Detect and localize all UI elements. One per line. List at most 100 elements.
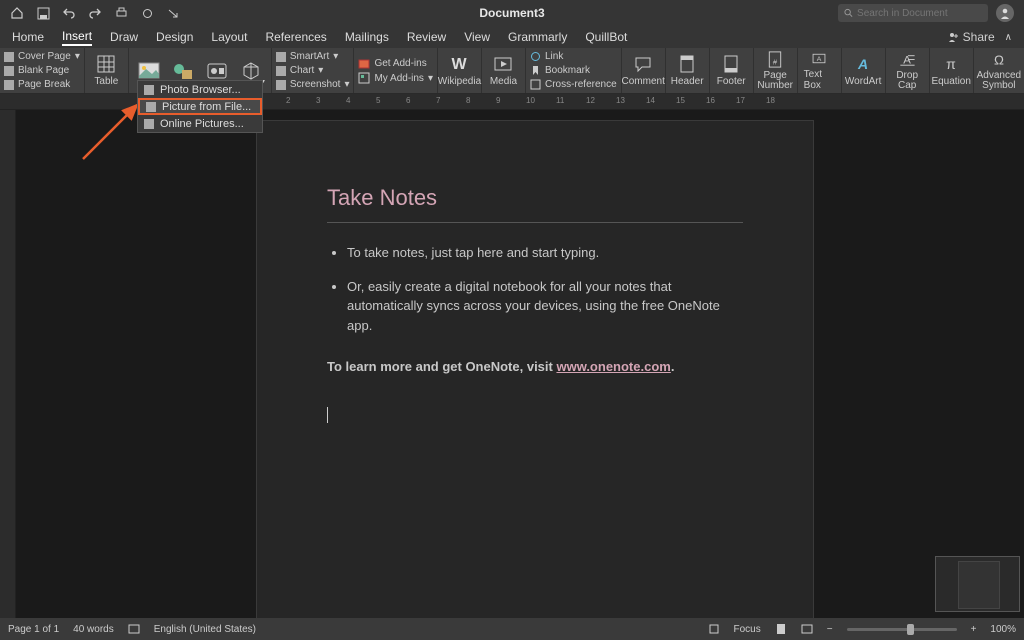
onenote-link[interactable]: www.onenote.com [556,359,670,374]
pictures-dropdown: Photo Browser... Picture from File... On… [137,80,263,133]
status-bar: Page 1 of 1 40 words English (United Sta… [0,618,1024,640]
bullet-list[interactable]: To take notes, just tap here and start t… [347,243,743,335]
search-box[interactable] [838,4,988,22]
vertical-ruler[interactable] [0,110,16,618]
svg-text:π: π [946,56,956,72]
tab-home[interactable]: Home [12,30,44,44]
redo-icon[interactable] [88,6,102,20]
wikipedia-button[interactable]: W Wikipedia [438,48,482,93]
tab-layout[interactable]: Layout [211,30,247,44]
language-indicator[interactable]: English (United States) [154,624,256,635]
ribbon-tabs: Home Insert Draw Design Layout Reference… [0,26,1024,48]
heading-take-notes[interactable]: Take Notes [327,181,743,223]
ribbon-collapse-icon[interactable]: ∧ [1005,32,1012,43]
picture-from-file-item[interactable]: Picture from File... [138,98,262,115]
ruler-mark: 17 [736,96,745,105]
tab-mailings[interactable]: Mailings [345,30,389,44]
store-icon [358,57,370,69]
ruler-mark: 10 [526,96,535,105]
list-item[interactable]: Or, easily create a digital notebook for… [347,277,743,336]
photo-browser-icon [144,85,154,95]
comment-button[interactable]: Comment [622,48,666,93]
ruler-mark: 5 [376,96,380,105]
get-addins-button[interactable]: Get Add-ins [358,56,433,70]
navigation-thumbnail[interactable] [935,556,1020,612]
page-canvas[interactable]: Take Notes To take notes, just tap here … [16,110,1024,618]
table-button[interactable]: Table [85,48,129,93]
svg-text:A: A [857,56,868,72]
customize-icon[interactable] [166,6,180,20]
online-pictures-item[interactable]: Online Pictures... [138,115,262,132]
textbox-button[interactable]: A Text Box [798,48,842,93]
tab-grammarly[interactable]: Grammarly [508,30,567,44]
editor-area: Take Notes To take notes, just tap here … [0,110,1024,618]
dropcap-button[interactable]: A Drop Cap [886,48,930,93]
blank-page-button[interactable]: Blank Page [4,64,80,77]
svg-text:Ω: Ω [994,52,1004,67]
wordart-button[interactable]: A WordArt [842,48,886,93]
cover-page-icon [4,52,14,62]
ruler-mark: 9 [496,96,500,105]
crossref-button[interactable]: Cross-reference [530,78,617,91]
footer-button[interactable]: Footer [710,48,754,93]
media-button[interactable]: Media [482,48,526,93]
pages-group: Cover Page ▾ Blank Page Page Break [0,48,85,93]
tab-view[interactable]: View [464,30,490,44]
dropcap-icon: A [897,50,917,69]
document-page[interactable]: Take Notes To take notes, just tap here … [256,120,814,618]
touch-mode-icon[interactable] [140,6,154,20]
svg-text:W: W [452,56,468,73]
link-button[interactable]: Link [530,50,617,63]
onenote-paragraph[interactable]: To learn more and get OneNote, visit www… [327,357,743,377]
picture-file-icon [146,102,156,112]
print-layout-icon[interactable] [775,623,787,635]
page-number-icon: # [765,50,785,69]
smartart-icon [276,52,286,62]
ruler-mark: 11 [556,96,564,105]
page-number-button[interactable]: # Page Number [754,48,798,93]
smartart-button[interactable]: SmartArt ▾ [276,50,350,63]
zoom-slider[interactable] [847,628,957,631]
word-count[interactable]: 40 words [73,624,114,635]
tab-review[interactable]: Review [407,30,446,44]
zoom-level[interactable]: 100% [990,624,1016,635]
zoom-in-button[interactable]: + [971,624,977,635]
share-button[interactable]: Share [963,30,995,44]
header-button[interactable]: Header [666,48,710,93]
list-item[interactable]: To take notes, just tap here and start t… [347,243,743,263]
photo-browser-item[interactable]: Photo Browser... [138,81,262,98]
ruler-mark: 14 [646,96,655,105]
svg-text:A: A [817,56,822,63]
search-input[interactable] [857,8,982,19]
chart-button[interactable]: Chart ▾ [276,64,350,77]
print-icon[interactable] [114,6,128,20]
bookmark-button[interactable]: Bookmark [530,64,617,77]
page-content[interactable]: Take Notes To take notes, just tap here … [257,121,813,488]
zoom-out-button[interactable]: − [827,624,833,635]
models-icon [240,61,262,81]
web-layout-icon[interactable] [801,623,813,635]
ruler-mark: 7 [436,96,440,105]
tab-design[interactable]: Design [156,30,193,44]
save-icon[interactable] [36,6,50,20]
page-break-button[interactable]: Page Break [4,78,80,91]
tab-references[interactable]: References [265,30,326,44]
undo-icon[interactable] [62,6,76,20]
focus-icon[interactable] [708,623,720,635]
screenshot-button[interactable]: Screenshot ▾ [276,78,350,91]
home-icon[interactable] [10,6,24,20]
focus-mode[interactable]: Focus [734,624,761,635]
my-addins-button[interactable]: My Add-ins ▾ [358,71,433,85]
symbol-button[interactable]: Ω Advanced Symbol [974,48,1024,93]
ruler-mark: 18 [766,96,775,105]
tab-quillbot[interactable]: QuillBot [585,30,627,44]
media-icon [493,54,513,74]
tab-insert[interactable]: Insert [62,29,92,46]
pictures-icon [138,61,160,81]
tab-draw[interactable]: Draw [110,30,138,44]
user-avatar[interactable] [996,4,1014,22]
cover-page-button[interactable]: Cover Page ▾ [4,50,80,63]
page-indicator[interactable]: Page 1 of 1 [8,624,59,635]
equation-button[interactable]: π Equation [930,48,974,93]
spellcheck-icon[interactable] [128,623,140,635]
